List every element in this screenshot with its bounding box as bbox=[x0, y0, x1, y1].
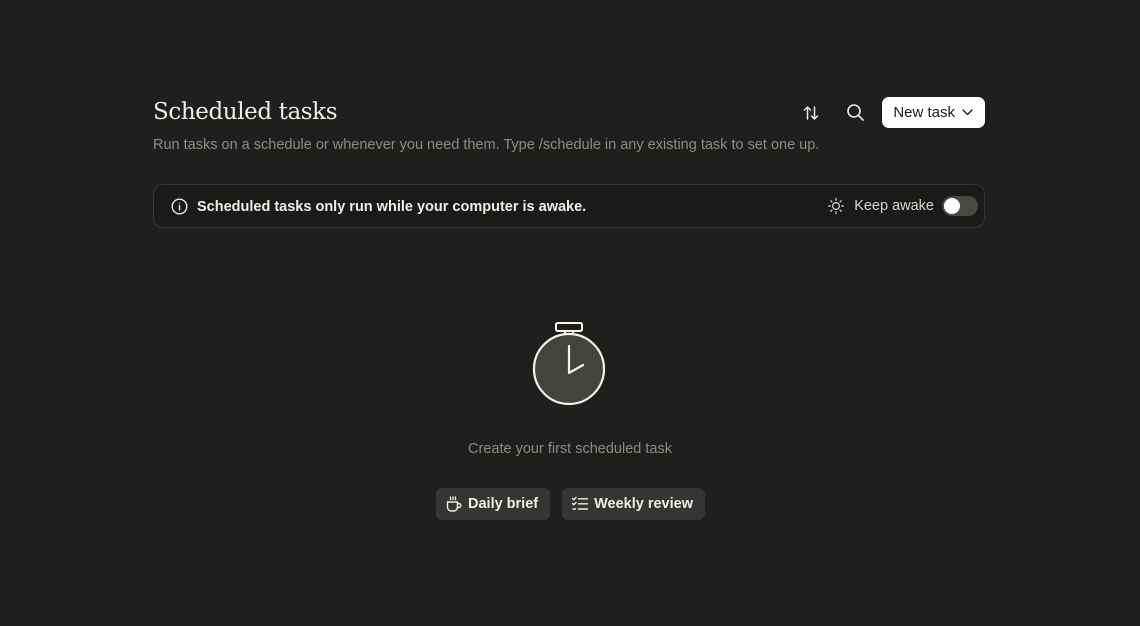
header-actions: New task bbox=[796, 97, 985, 128]
info-icon bbox=[171, 198, 188, 215]
keep-awake-control: Keep awake bbox=[827, 195, 978, 217]
stopwatch-icon bbox=[532, 322, 606, 406]
template-label: Daily brief bbox=[468, 496, 539, 512]
page-subtitle: Run tasks on a schedule or whenever you … bbox=[153, 137, 820, 153]
sort-arrows-icon bbox=[804, 105, 819, 120]
page-title: Scheduled tasks bbox=[153, 99, 338, 125]
chevron-down-icon bbox=[962, 109, 973, 116]
weekly-review-template-button[interactable]: Weekly review bbox=[562, 488, 705, 520]
sun-icon bbox=[828, 197, 845, 215]
awake-notice-banner: Scheduled tasks only run while your comp… bbox=[153, 184, 985, 228]
awake-notice-text: Scheduled tasks only run while your comp… bbox=[197, 199, 587, 215]
new-task-button[interactable]: New task bbox=[882, 97, 985, 128]
search-icon bbox=[847, 104, 864, 121]
coffee-cup-icon bbox=[445, 495, 463, 513]
sort-button[interactable] bbox=[796, 98, 826, 128]
scheduled-tasks-page: Scheduled tasks New task Run tasks on a … bbox=[0, 0, 1140, 626]
checklist-icon bbox=[571, 495, 589, 513]
page-header: Scheduled tasks New task bbox=[153, 96, 985, 130]
keep-awake-label: Keep awake bbox=[854, 198, 934, 214]
search-button[interactable] bbox=[840, 98, 870, 128]
keep-awake-toggle[interactable] bbox=[942, 196, 978, 216]
template-suggestions: Daily brief Weekly review bbox=[436, 488, 705, 520]
empty-state-message: Create your first scheduled task bbox=[468, 441, 672, 457]
new-task-label: New task bbox=[893, 104, 955, 121]
template-label: Weekly review bbox=[594, 496, 693, 512]
toggle-knob bbox=[944, 198, 960, 214]
daily-brief-template-button[interactable]: Daily brief bbox=[436, 488, 551, 520]
